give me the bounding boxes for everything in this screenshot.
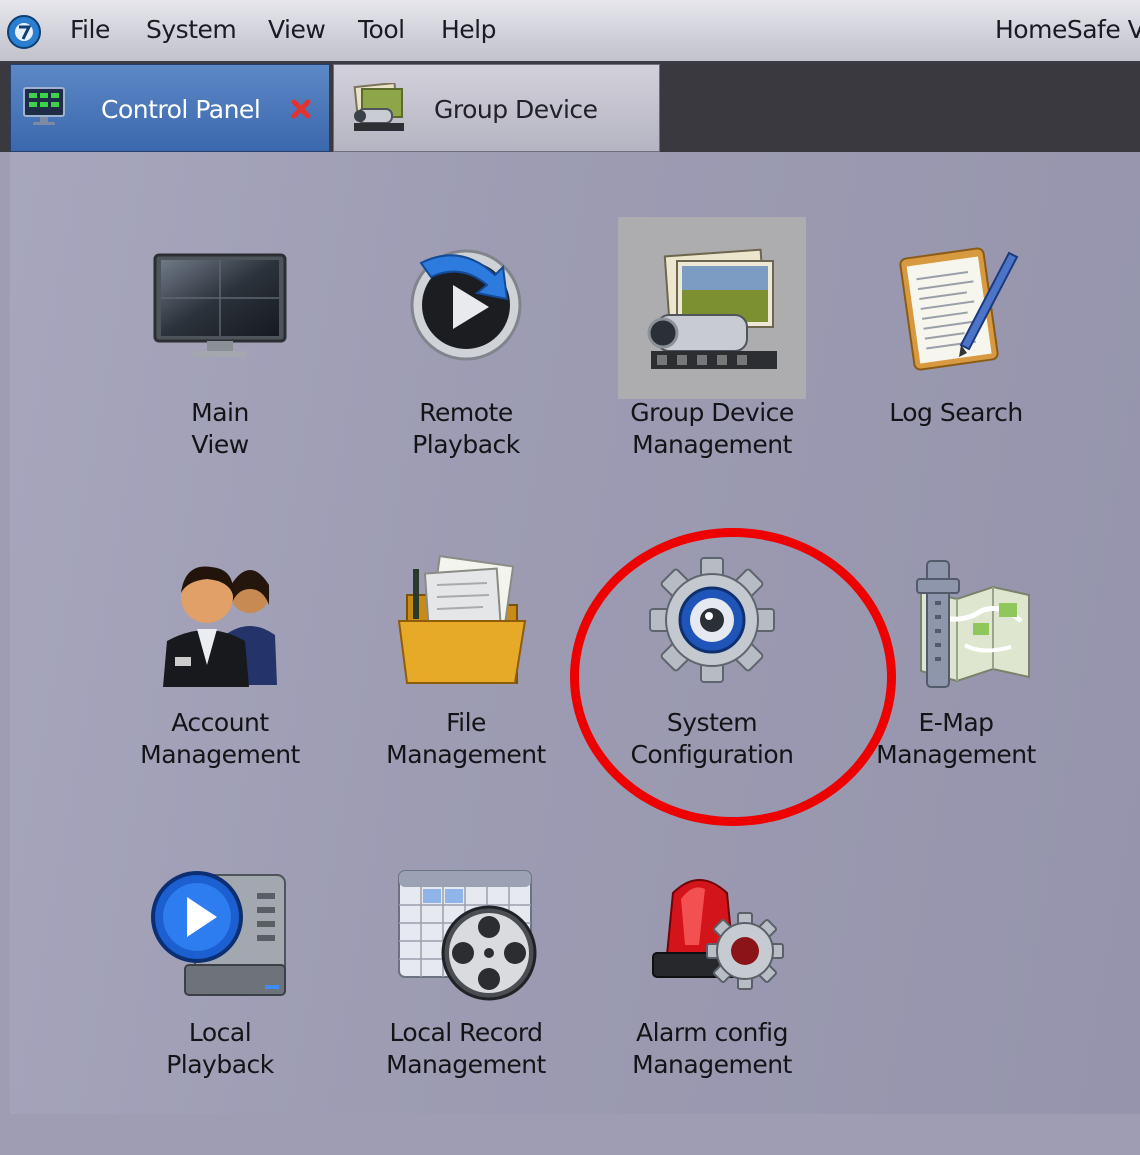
close-icon[interactable] [291,99,311,119]
tile-alarm-config-management[interactable]: Alarm config Management [602,865,822,1155]
menu-view[interactable]: View [268,15,326,44]
tile-file-management[interactable]: File Management [356,555,576,845]
remote-playback-icon [410,249,522,361]
tile-e-map-management-label-line2: Management [876,740,1036,769]
tab-group-device[interactable]: Group Device [333,64,660,152]
menu-system[interactable]: System [146,15,237,44]
tile-account-management[interactable]: Account Management [110,555,330,845]
tile-main-view-label-line2: View [191,430,249,459]
tile-main-view-label-line1: Main [191,398,249,427]
tile-alarm-config-management-label-line2: Management [632,1050,792,1079]
tile-local-record-management[interactable]: Local Record Management [356,865,576,1155]
camera-photos-icon [647,248,777,369]
users-icon [163,566,277,687]
annotation-circle [570,528,896,826]
tile-local-playback[interactable]: Local Playback [110,865,330,1155]
tile-remote-playback-label-line1: Remote [419,398,513,427]
app-title: HomeSafe V [995,15,1140,44]
tile-group-device-management[interactable]: Group Device Management [602,245,822,535]
group-device-icon [353,83,404,131]
alarm-siren-icon [652,879,784,990]
tile-account-management-label-line1: Account [171,708,269,737]
menu-file[interactable]: File [70,15,110,44]
tile-remote-playback[interactable]: Remote Playback [356,245,576,535]
tab-bar: Control Panel Group Device [0,64,1140,152]
tile-remote-playback-label-line2: Playback [412,430,520,459]
map-icon [916,560,1030,688]
tab-control-panel[interactable]: Control Panel [10,64,330,152]
app-logo-icon[interactable] [6,14,42,50]
tile-local-playback-label-line1: Local [188,1018,252,1047]
tile-local-record-management-label-line1: Local Record [389,1018,543,1047]
tile-log-search[interactable]: Log Search [846,245,1066,535]
tile-local-record-management-label-line2: Management [386,1050,546,1079]
tile-file-management-label-line1: File [446,708,486,737]
folder-icon [397,555,527,684]
film-reel-calendar-icon [398,870,537,1001]
tile-file-management-label-line2: Management [386,740,546,769]
tile-local-playback-label-line2: Playback [166,1050,274,1079]
tab-group-device-label: Group Device [434,95,598,124]
tile-group-device-management-label-line1: Group Device [630,398,794,427]
tile-account-management-label-line2: Management [140,740,300,769]
tile-main-view[interactable]: Main View [110,245,330,535]
menu-help[interactable]: Help [441,15,497,44]
menu-tool[interactable]: Tool [358,15,405,44]
tile-group-device-management-label-line2: Management [632,430,792,459]
tile-log-search-label-line1: Log Search [889,398,1023,427]
tab-control-panel-label: Control Panel [101,95,261,124]
local-playback-icon [151,871,286,996]
control-panel-icon [23,87,65,125]
monitor-icon [153,253,287,357]
tile-alarm-config-management-label-line1: Alarm config [635,1018,789,1047]
clipboard-pen-icon [899,247,1019,371]
menu-bar: File System View Tool Help HomeSafe V [0,0,1140,64]
